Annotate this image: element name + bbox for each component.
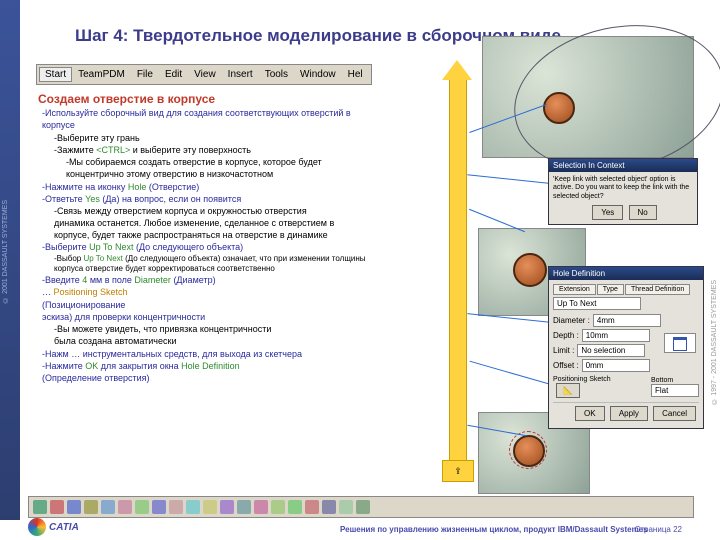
- menu-view[interactable]: View: [188, 67, 222, 82]
- subtitle: Создаем отверстие в корпусе: [38, 92, 215, 106]
- offset-field[interactable]: 0mm: [582, 359, 650, 372]
- copyright-left: © 2001 DASSAULT SYSTEMES: [2, 200, 9, 303]
- bottom-select[interactable]: Flat: [651, 384, 699, 397]
- menubar[interactable]: Start TeamPDM File Edit View Insert Tool…: [36, 64, 372, 85]
- flow-arrow: ⇪: [442, 60, 472, 495]
- yes-button[interactable]: Yes: [592, 205, 623, 220]
- menu-start[interactable]: Start: [39, 67, 72, 82]
- menu-insert[interactable]: Insert: [222, 67, 259, 82]
- dialog-selection-in-context: Selection In Context 'Keep link with sel…: [548, 158, 698, 225]
- depth-field[interactable]: 10mm: [582, 329, 650, 342]
- dialog-titlebar: Selection In Context: [549, 159, 697, 172]
- ok-button[interactable]: OK: [575, 406, 605, 421]
- cad-view-top: [482, 36, 694, 158]
- no-button[interactable]: No: [629, 205, 657, 220]
- instruction-text: -Используйте сборочный вид для создания …: [40, 108, 370, 385]
- limit-field[interactable]: No selection: [577, 344, 645, 357]
- menu-window[interactable]: Window: [294, 67, 342, 82]
- catia-logo: CATIA: [28, 518, 79, 536]
- page-number: Страница 22: [635, 525, 682, 534]
- diameter-field[interactable]: 4mm: [593, 314, 661, 327]
- dialog-hole-definition: Hole Definition ExtensionTypeThread Defi…: [548, 266, 704, 429]
- footer-text: Решения по управлению жизненным циклом, …: [340, 525, 648, 534]
- apply-button[interactable]: Apply: [610, 406, 648, 421]
- cancel-button[interactable]: Cancel: [653, 406, 696, 421]
- tab-extension[interactable]: Extension: [553, 284, 596, 295]
- menu-edit[interactable]: Edit: [159, 67, 188, 82]
- ds-logo-icon: [28, 518, 46, 536]
- positioning-sketch-label: Positioning Sketch: [553, 376, 611, 383]
- menu-tools[interactable]: Tools: [259, 67, 294, 82]
- positioning-sketch-button[interactable]: 📐: [556, 383, 580, 398]
- tab-type[interactable]: Type: [597, 284, 624, 295]
- menu-file[interactable]: File: [131, 67, 159, 82]
- tab-thread[interactable]: Thread Definition: [625, 284, 690, 295]
- bottom-toolbar[interactable]: [28, 496, 694, 518]
- menu-help[interactable]: Hel: [342, 67, 369, 82]
- extension-select[interactable]: Up To Next: [553, 297, 641, 310]
- dialog-message: 'Keep link with selected object' option …: [553, 176, 693, 201]
- hole-preview-icon: [664, 333, 696, 353]
- menu-teampdm[interactable]: TeamPDM: [72, 67, 131, 82]
- copyright-right: © 1997 - 2001 DASSAULT SYSTEMES: [711, 280, 718, 405]
- dialog-titlebar: Hole Definition: [549, 267, 703, 280]
